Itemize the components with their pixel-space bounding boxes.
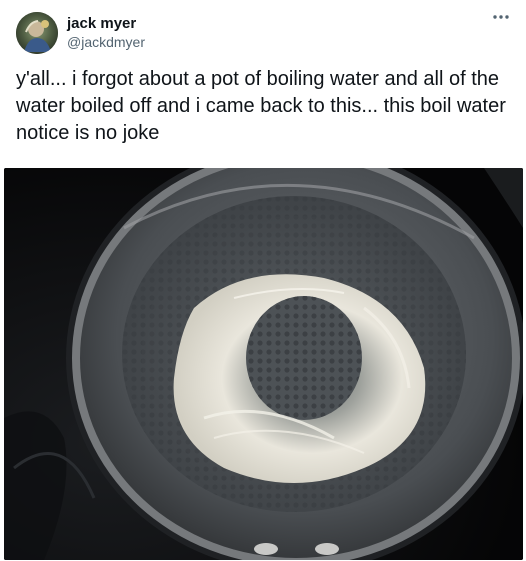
author-name[interactable]: jack myer <box>67 15 136 32</box>
tweet-header: jack myer @jackdmyer <box>16 12 516 56</box>
tweet-card: jack myer @jackdmyer y'all... i forgot a… <box>0 0 526 561</box>
pot-photo-image <box>4 168 523 560</box>
avatar[interactable] <box>16 12 58 54</box>
tweet-text: y'all... i forgot about a pot of boiling… <box>16 68 506 144</box>
avatar-image <box>16 12 58 54</box>
tweet-photo[interactable] <box>4 168 523 560</box>
more-options-icon[interactable] <box>486 12 516 34</box>
author-handle[interactable]: @jackdmyer <box>67 34 145 50</box>
